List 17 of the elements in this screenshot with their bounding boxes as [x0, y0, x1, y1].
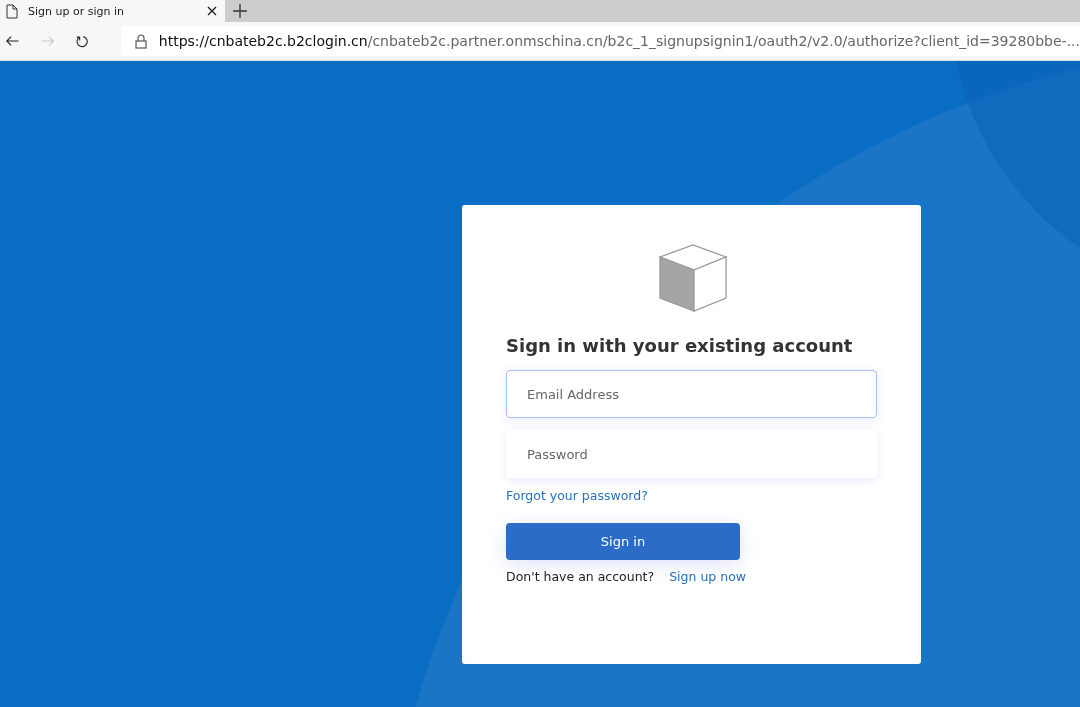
- back-icon[interactable]: [6, 34, 20, 48]
- forgot-password-link[interactable]: Forgot your password?: [506, 488, 648, 503]
- new-tab-icon[interactable]: [233, 4, 247, 18]
- heading: Sign in with your existing account: [506, 335, 853, 356]
- url-text: https://cnbateb2c.b2clogin.cn/cnbateb2c.partner.onmschina.cn/b2c_1_signupsignin1/oauth2/v2.0/authorize?client_id=39280bbe-...: [158, 33, 1080, 49]
- cube-icon: [657, 243, 728, 313]
- input-field[interactable]: Email Address: [506, 370, 877, 418]
- sign-up-link[interactable]: Sign up now: [669, 569, 746, 584]
- page-icon: [6, 3, 18, 19]
- browser-tab[interactable]: Sign up or sign in: [0, 0, 225, 22]
- sign-in-button[interactable]: Sign in: [506, 523, 740, 560]
- lock-icon: [134, 33, 147, 49]
- address-field[interactable]: https://cnbateb2c.b2clogin.cn/cnbateb2c.partner.onmschina.cn/b2c_1_signupsignin1/oauth2/v2.0/authorize?client_id=39280bbe-...: [120, 26, 1080, 56]
- signup-prompt: Don't have an account?: [506, 569, 655, 584]
- input-field[interactable]: Password: [506, 430, 877, 478]
- tab-title: Sign up or sign in: [28, 4, 125, 18]
- close-icon[interactable]: [207, 6, 217, 16]
